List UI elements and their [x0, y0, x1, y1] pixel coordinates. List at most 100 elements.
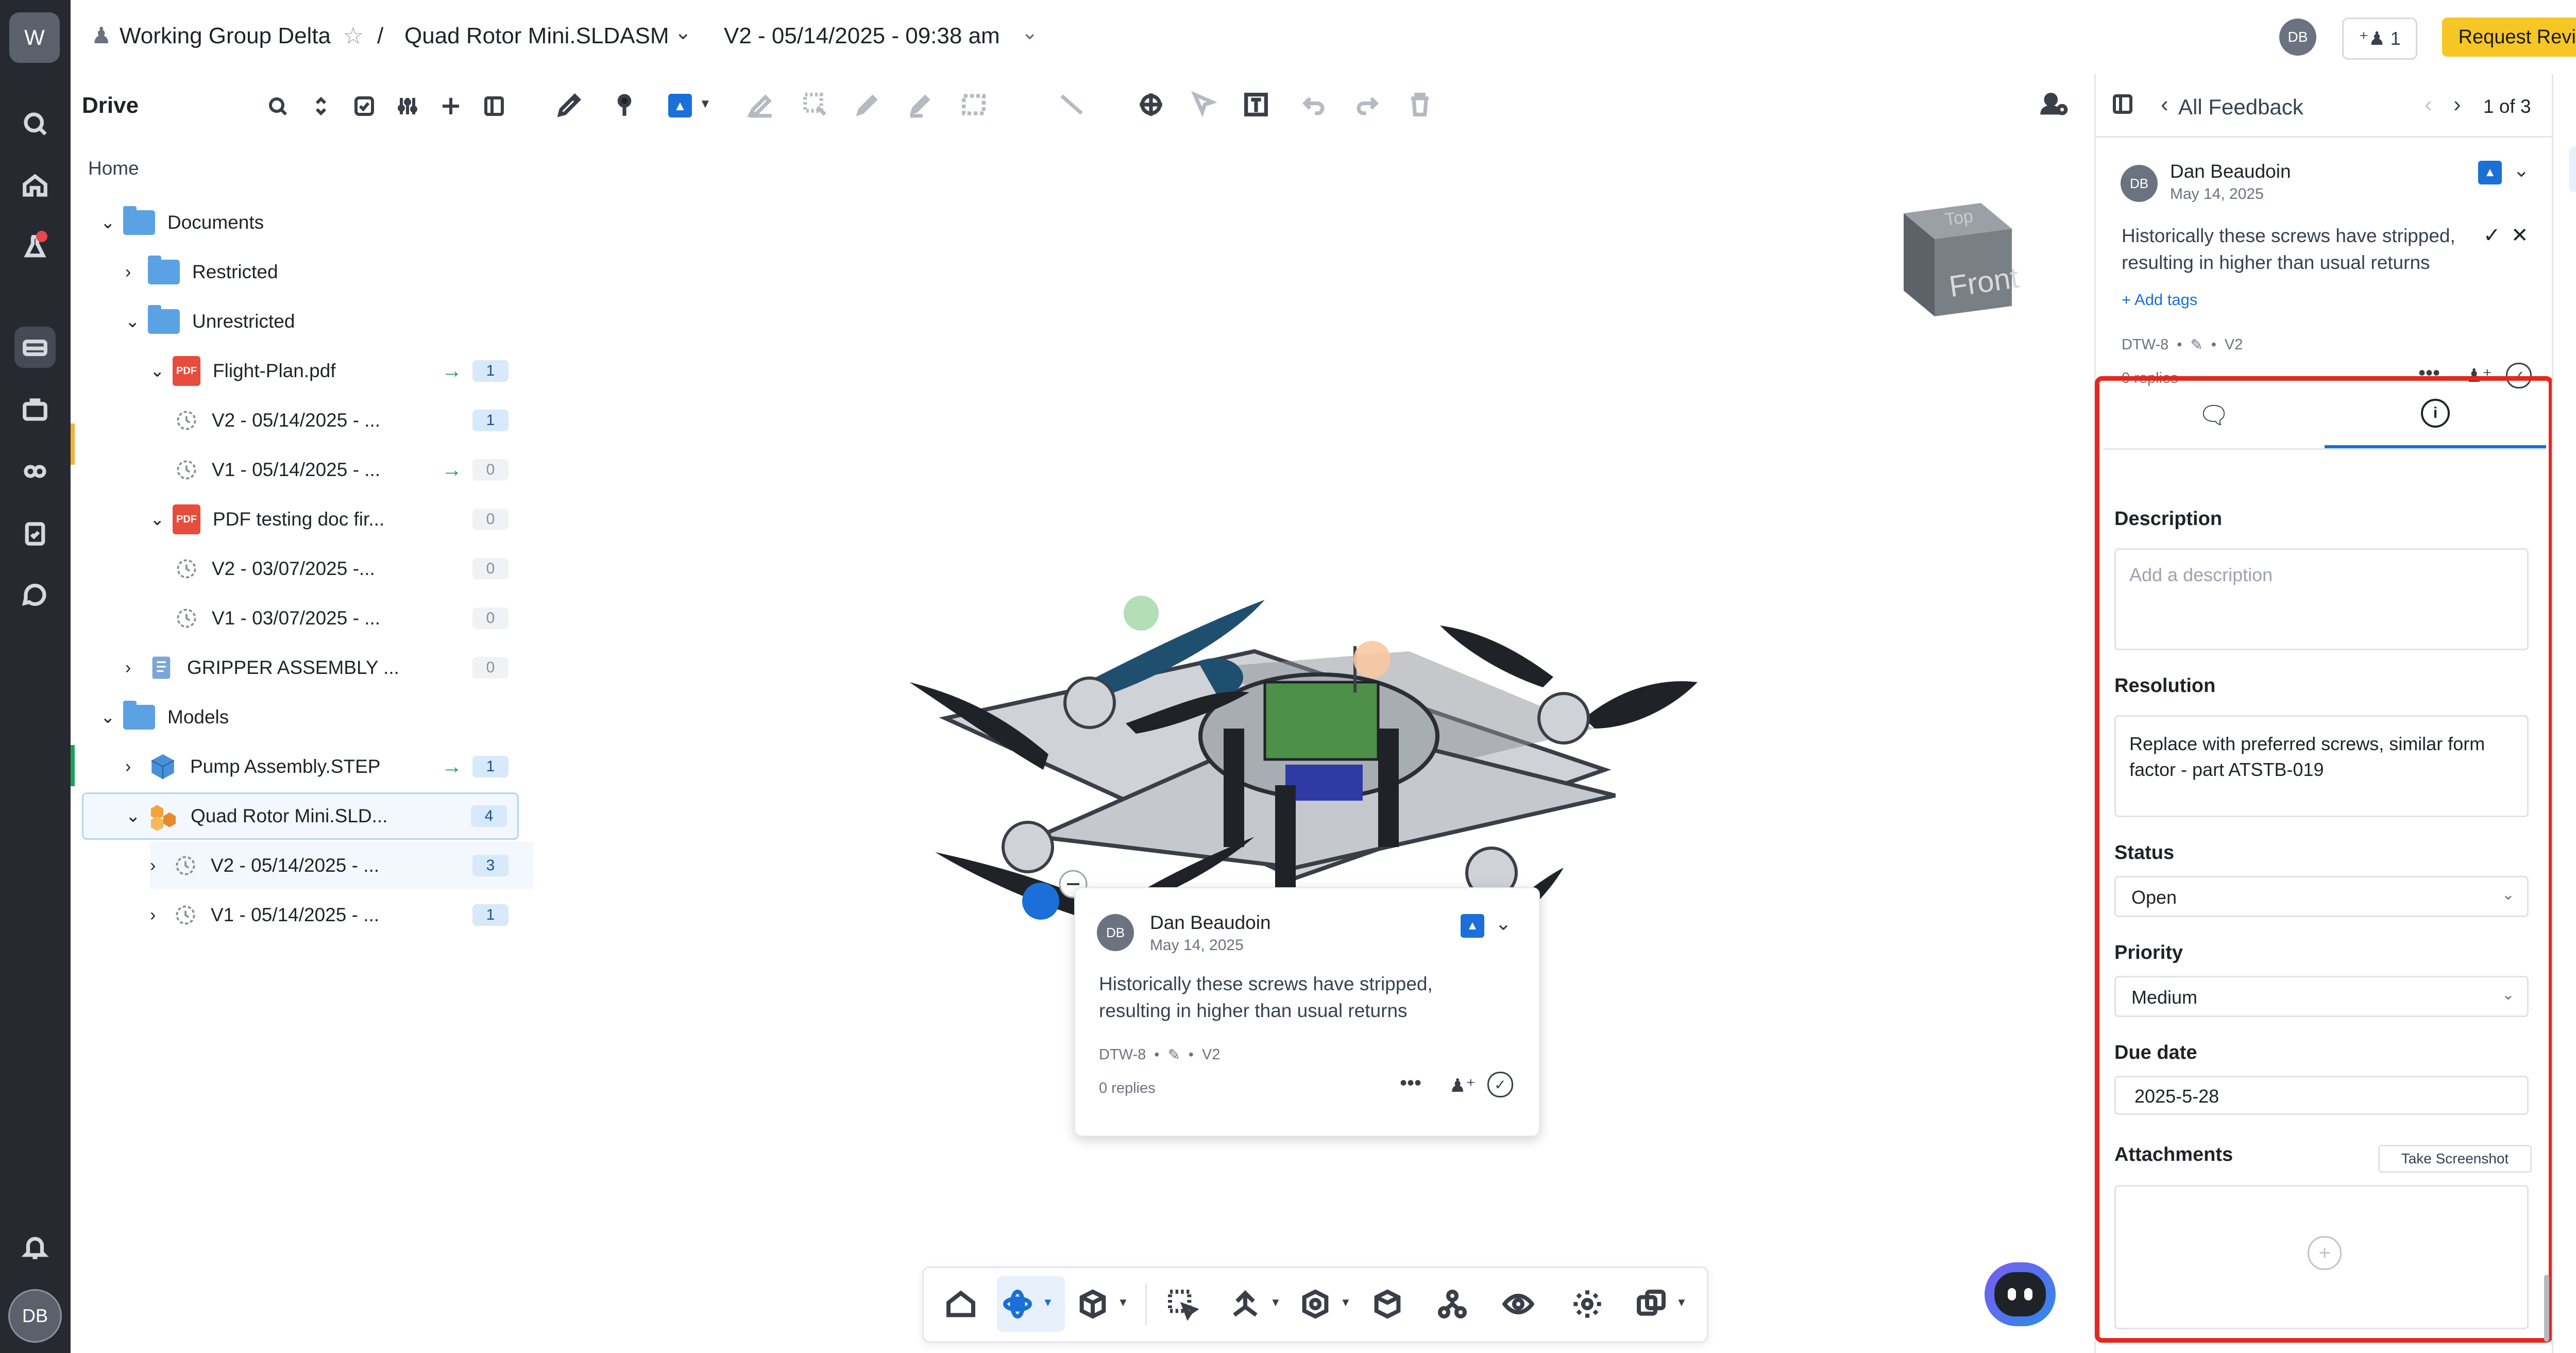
caret-down-icon[interactable]: ▼ [1270, 1296, 1281, 1309]
collaborator-avatar[interactable]: DB [2279, 19, 2316, 56]
eraser-icon[interactable] [745, 90, 775, 122]
integrations-icon[interactable] [14, 451, 56, 492]
pen-icon[interactable] [555, 90, 585, 122]
tree-item-version[interactable]: V2 - 05/14/2025 - ... 1 [174, 397, 533, 444]
check-icon[interactable]: ✓ [2483, 224, 2501, 247]
due-date-input[interactable]: 2025-5-28 [2114, 1076, 2529, 1115]
chevron-down-icon[interactable]: ⌄ [2513, 159, 2530, 182]
pin-icon[interactable] [609, 90, 639, 122]
crosshair-icon[interactable] [1136, 90, 1166, 122]
tab-info[interactable]: i [2325, 381, 2546, 448]
caret-down-icon[interactable]: ▼ [1340, 1296, 1351, 1309]
isolate-icon[interactable] [1371, 1288, 1404, 1323]
undo-icon[interactable] [1299, 90, 1329, 122]
settings-icon[interactable] [1571, 1288, 1604, 1323]
tree-item-pump-assembly[interactable]: › Pump Assembly.STEP → 1 [125, 743, 533, 790]
assign-user-icon[interactable]: ♟⁺ [1449, 1075, 1476, 1096]
scrollbar[interactable] [2544, 1275, 2549, 1342]
tree-item-gripper[interactable]: › GRIPPER ASSEMBLY ... 0 [125, 644, 533, 691]
add-tags-button[interactable]: + Add tags [2122, 291, 2197, 309]
caret-down-icon[interactable]: ▼ [1676, 1296, 1687, 1309]
prev-icon[interactable]: ‹ [2425, 92, 2432, 117]
assembly-tree-icon[interactable] [1436, 1288, 1469, 1323]
chat-icon[interactable] [14, 574, 56, 616]
description-field[interactable]: Add a description [2114, 548, 2529, 650]
search-icon[interactable] [14, 103, 56, 144]
attachments-dropzone[interactable]: + [2114, 1185, 2529, 1329]
viewcube-top-label[interactable]: Top [1944, 206, 1975, 230]
highlighter-icon[interactable] [905, 90, 935, 122]
bell-icon[interactable] [14, 1226, 56, 1267]
home-icon[interactable] [14, 165, 56, 206]
user-avatar[interactable]: DB [8, 1289, 62, 1343]
resolution-field[interactable]: Replace with preferred screws, similar f… [2114, 715, 2529, 817]
markup-type-icon[interactable]: ▲ [1461, 914, 1484, 938]
shape-icon[interactable] [959, 90, 989, 122]
take-screenshot-button[interactable]: Take Screenshot [2378, 1145, 2532, 1173]
version-selector[interactable]: V2 - 05/14/2025 - 09:38 am [724, 23, 1000, 49]
workspace-name[interactable]: Working Group Delta [120, 23, 331, 49]
chevron-down-icon[interactable]: ⌄ [1495, 912, 1512, 935]
drive-icon[interactable] [14, 327, 56, 368]
compare-icon[interactable] [1635, 1288, 1668, 1323]
document-title[interactable]: Quad Rotor Mini.SLDASM [404, 23, 669, 49]
box-select-icon[interactable] [800, 90, 830, 122]
comment-popover[interactable]: DB Dan Beaudoin May 14, 2025 ▲ ⌄ Histori… [1074, 887, 1540, 1137]
text-box-icon[interactable] [1241, 90, 1271, 122]
status-select[interactable]: Open ⌄ [2114, 876, 2529, 917]
caret-down-icon[interactable]: ▼ [1117, 1296, 1129, 1309]
more-icon[interactable]: ••• [1400, 1072, 1421, 1095]
tree-item-pdf-testing[interactable]: ⌄ PDF PDF testing doc fir... 0 [150, 496, 533, 543]
close-icon[interactable]: ✕ [2511, 224, 2529, 247]
share-button[interactable]: ⁺♟ 1 [2342, 18, 2417, 60]
plus-icon[interactable] [438, 94, 463, 121]
tab-comments[interactable]: 🗨 [2103, 381, 2325, 448]
caret-down-icon[interactable]: ▼ [1042, 1296, 1054, 1309]
markup-type-icon[interactable]: ▲ [2478, 161, 2502, 184]
resolve-icon[interactable]: ✓ [1487, 1072, 1513, 1097]
tree-item-models[interactable]: ⌄ Models [100, 694, 229, 741]
home-link[interactable]: Home [88, 158, 139, 179]
orbit-icon[interactable] [1001, 1288, 1034, 1323]
home-view-icon[interactable] [944, 1288, 977, 1323]
tree-item-version[interactable]: › V1 - 05/14/2025 - ... 1 [150, 891, 533, 939]
markup-color-icon[interactable]: ▲ [668, 94, 692, 117]
model-viewport[interactable]: Top Front DB Dan Beaudoin May 14, 2025 ▲… [533, 136, 2094, 1353]
tree-item-restricted[interactable]: › Restricted [125, 248, 278, 296]
tree-item-quad-rotor[interactable]: ⌄ Quad Rotor Mini.SLD... 4 [82, 792, 519, 840]
tree-item-version[interactable]: › V2 - 05/14/2025 - ... 3 [150, 842, 533, 889]
replies-count[interactable]: 0 replies [1099, 1080, 1156, 1097]
collapse-panel-icon[interactable] [482, 94, 506, 121]
visibility-icon[interactable] [1502, 1288, 1535, 1323]
briefcase-icon[interactable] [14, 389, 56, 430]
star-icon[interactable]: ☆ [343, 22, 364, 49]
select-icon[interactable] [352, 94, 377, 121]
cube-icon[interactable] [1076, 1288, 1109, 1323]
trash-icon[interactable] [1405, 90, 1435, 122]
quad-rotor-model[interactable] [533, 136, 2094, 1353]
caret-down-icon[interactable]: ▼ [699, 97, 711, 111]
redo-icon[interactable] [1352, 90, 1382, 122]
tree-item-unrestricted[interactable]: ⌄ Unrestricted [125, 298, 295, 345]
user-settings-icon[interactable] [2040, 90, 2070, 122]
tree-item-version[interactable]: V1 - 03/07/2025 - ... 0 [174, 595, 533, 642]
clipboard-icon[interactable] [14, 513, 56, 554]
workspace-switcher[interactable]: W [9, 12, 60, 63]
chevron-down-icon[interactable]: ⌄ [1021, 21, 1039, 44]
box-select-icon[interactable] [1166, 1288, 1199, 1323]
tree-item-version[interactable]: V1 - 05/14/2025 - ... → 0 [174, 446, 533, 494]
priority-select[interactable]: Medium ⌄ [2114, 976, 2529, 1017]
chevron-down-icon[interactable]: ⌄ [674, 21, 692, 44]
section-icon[interactable] [1229, 1288, 1262, 1323]
tree-item-documents[interactable]: ⌄ Documents [100, 199, 264, 246]
next-icon[interactable]: › [2453, 92, 2461, 117]
pencil-icon[interactable] [853, 90, 883, 122]
cursor-tag-icon[interactable] [1189, 90, 1218, 122]
collapse-panel-icon[interactable] [2110, 92, 2135, 119]
filter-icon[interactable] [395, 94, 420, 121]
all-feedback-link[interactable]: All Feedback [2178, 95, 2303, 120]
explode-icon[interactable] [1299, 1288, 1332, 1323]
feedback-tab[interactable] [2569, 146, 2576, 193]
view-cube[interactable]: Top Front [1888, 198, 2021, 327]
chevron-left-icon[interactable]: ‹ [2161, 92, 2168, 117]
